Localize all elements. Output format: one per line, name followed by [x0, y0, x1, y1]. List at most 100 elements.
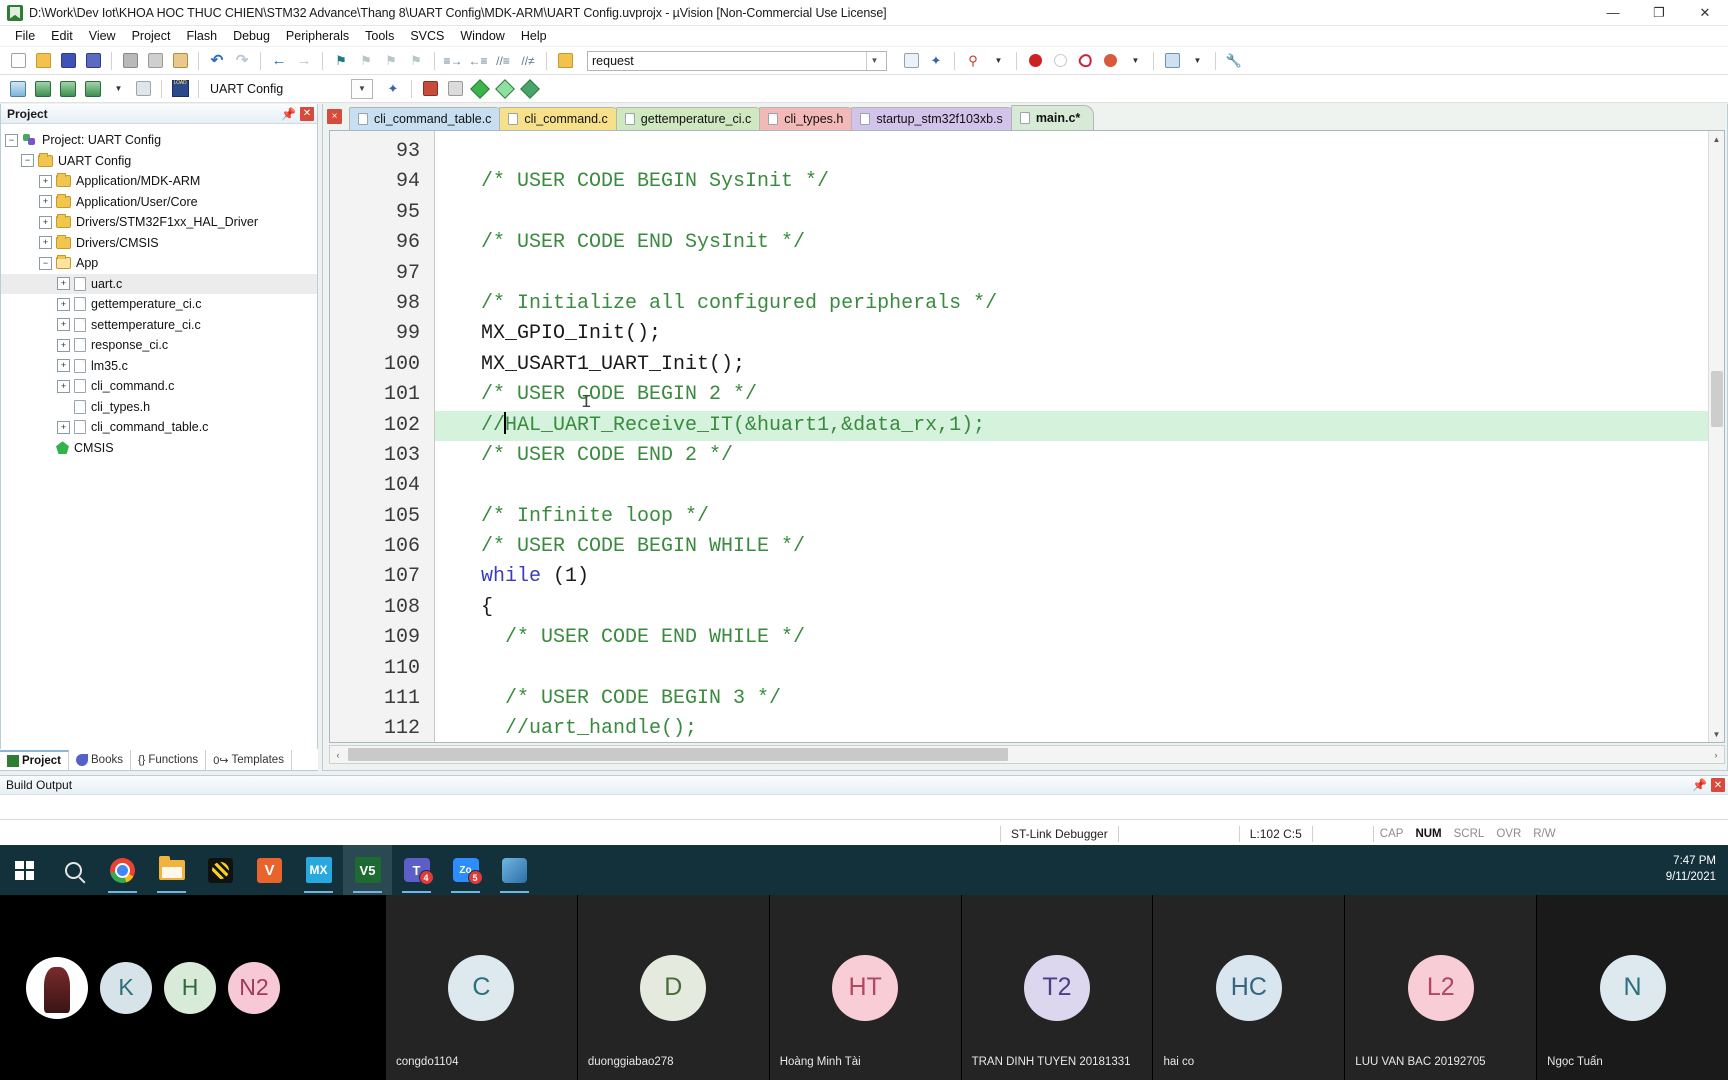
- chevron-down-icon-3[interactable]: ▼: [1185, 49, 1209, 73]
- self-avatar[interactable]: [26, 956, 88, 1019]
- tree-expander-icon[interactable]: +: [39, 236, 52, 250]
- configure-icon[interactable]: ✦: [924, 49, 948, 73]
- outdent-icon[interactable]: ←≡: [466, 49, 490, 73]
- code-line[interactable]: MX_GPIO_Init();: [435, 319, 1724, 349]
- tree-expander-icon[interactable]: +: [39, 195, 52, 209]
- menu-tools[interactable]: Tools: [357, 27, 402, 45]
- tree-expander-icon[interactable]: −: [21, 154, 34, 168]
- tree-expander-icon[interactable]: +: [57, 338, 70, 352]
- back-icon[interactable]: ←: [267, 49, 291, 73]
- tree-expander-icon[interactable]: +: [57, 379, 70, 393]
- save-all-icon[interactable]: [81, 49, 105, 73]
- scroll-left-icon[interactable]: ‹: [330, 750, 346, 760]
- code-line[interactable]: [435, 137, 1724, 167]
- participant-tile[interactable]: Dduonggiabao278: [576, 895, 769, 1080]
- tree-item-uart-c[interactable]: + uart.c: [1, 273, 317, 294]
- copy-icon[interactable]: [143, 49, 167, 73]
- next-bookmark-icon[interactable]: ⚑: [379, 49, 403, 73]
- disable-all-breakpoints-icon[interactable]: [1098, 49, 1122, 73]
- tree-expander-icon[interactable]: +: [39, 215, 52, 229]
- open-folder-icon[interactable]: [553, 49, 577, 73]
- close-document-icon[interactable]: ×: [327, 109, 342, 124]
- taskbar-clock[interactable]: 7:47 PM 9/11/2021: [1666, 854, 1728, 885]
- pin-icon[interactable]: 📌: [1692, 778, 1707, 792]
- prev-bookmark-icon[interactable]: ⚑: [354, 49, 378, 73]
- horizontal-scrollbar-track[interactable]: [346, 747, 1708, 762]
- open-file-icon[interactable]: [31, 49, 55, 73]
- menu-peripherals[interactable]: Peripherals: [278, 27, 357, 45]
- menu-flash[interactable]: Flash: [178, 27, 225, 45]
- code-line[interactable]: //HAL_UART_Receive_IT(&huart1,&data_rx,1…: [435, 410, 1724, 441]
- find-in-files-icon[interactable]: [899, 49, 923, 73]
- cut-icon[interactable]: [118, 49, 142, 73]
- tree-expander-icon[interactable]: −: [5, 133, 18, 147]
- tree-item-cli-command-c[interactable]: + cli_command.c: [1, 376, 317, 397]
- participant-tile[interactable]: HT Hoàng Minh Tài: [768, 895, 961, 1080]
- paste-icon[interactable]: [168, 49, 192, 73]
- horizontal-scrollbar[interactable]: ‹ ›: [329, 745, 1725, 764]
- search-button[interactable]: [49, 845, 98, 895]
- uncomment-icon[interactable]: //≠: [516, 49, 540, 73]
- code-line[interactable]: /* USER CODE BEGIN SysInit */: [435, 167, 1724, 197]
- kill-breakpoints-icon[interactable]: [1048, 49, 1072, 73]
- download-icon[interactable]: LOAD: [168, 77, 192, 101]
- visio-button[interactable]: V: [245, 845, 294, 895]
- batch-build-icon[interactable]: [81, 77, 105, 101]
- code-line[interactable]: /* USER CODE END WHILE */: [435, 623, 1724, 653]
- manage-project-items-icon[interactable]: ✦: [381, 77, 405, 101]
- maximize-button[interactable]: ❐: [1636, 0, 1682, 26]
- code-line[interactable]: /* USER CODE END SysInit */: [435, 228, 1724, 258]
- tree-item-gettemperature-ci-c[interactable]: + gettemperature_ci.c: [1, 294, 317, 315]
- code-line[interactable]: MX_USART1_UART_Init();: [435, 350, 1724, 380]
- participant-tile[interactable]: L2 LUU VAN BAC 20192705: [1344, 895, 1537, 1080]
- scroll-up-icon[interactable]: ▲: [1709, 131, 1724, 147]
- tree-item-uart-config[interactable]: − UART Config: [1, 151, 317, 172]
- build-icon[interactable]: [31, 77, 55, 101]
- editor-tab-cli-command-c[interactable]: cli_command.c: [499, 107, 622, 130]
- undo-icon[interactable]: ↶: [205, 49, 229, 73]
- tree-item-drivers-cmsis[interactable]: + Drivers/CMSIS: [1, 233, 317, 254]
- window-layout-icon[interactable]: [1160, 49, 1184, 73]
- browse-symbol-icon[interactable]: ⚲: [961, 49, 985, 73]
- avatar[interactable]: N2: [228, 961, 280, 1014]
- code-text[interactable]: I /* USER CODE BEGIN SysInit */ /* USER …: [435, 131, 1724, 742]
- close-button[interactable]: ✕: [1682, 0, 1728, 26]
- translate-icon[interactable]: [6, 77, 30, 101]
- find-combo[interactable]: request ▼: [587, 50, 887, 71]
- editor-tab-cli-command-table-c[interactable]: cli_command_table.c: [349, 107, 506, 130]
- menu-window[interactable]: Window: [452, 27, 512, 45]
- code-line[interactable]: /* USER CODE BEGIN WHILE */: [435, 532, 1724, 562]
- avatar[interactable]: K: [100, 961, 152, 1014]
- v5-button[interactable]: V5: [343, 845, 392, 895]
- comment-icon[interactable]: //≡: [491, 49, 515, 73]
- paint-button[interactable]: [490, 845, 539, 895]
- save-icon[interactable]: [56, 49, 80, 73]
- code-line[interactable]: /* Initialize all configured peripherals…: [435, 289, 1724, 319]
- stop-build-icon[interactable]: [131, 77, 155, 101]
- tab-templates[interactable]: 0↪ Templates: [206, 750, 292, 770]
- code-line[interactable]: /* USER CODE END 2 */: [435, 441, 1724, 471]
- editor-tab-main-c[interactable]: main.c*: [1010, 105, 1095, 130]
- editor-tab-startup-stm32f103xb-s[interactable]: startup_stm32f103xb.s: [851, 107, 1017, 130]
- participant-tile[interactable]: HC hai co: [1152, 895, 1345, 1080]
- chevron-down-icon-build[interactable]: ▼: [106, 77, 130, 101]
- tree-expander-icon[interactable]: +: [57, 359, 70, 373]
- find-input-value[interactable]: request: [592, 54, 634, 68]
- tree-item-project-uart-config[interactable]: − Project: UART Config: [1, 130, 317, 151]
- code-line[interactable]: [435, 259, 1724, 289]
- close-icon[interactable]: ✕: [300, 106, 314, 121]
- configure-target-icon[interactable]: 🔧: [1222, 49, 1246, 73]
- chevron-down-icon[interactable]: ▼: [986, 49, 1010, 73]
- chevron-down-icon-2[interactable]: ▼: [1123, 49, 1147, 73]
- tree-item-application-mdk-arm[interactable]: + Application/MDK-ARM: [1, 171, 317, 192]
- code-line[interactable]: [435, 654, 1724, 684]
- teams-button[interactable]: T 4: [392, 845, 441, 895]
- clear-bookmarks-icon[interactable]: ⚑: [404, 49, 428, 73]
- file-explorer-button[interactable]: [147, 845, 196, 895]
- scroll-down-icon[interactable]: ▼: [1709, 726, 1724, 742]
- menu-help[interactable]: Help: [513, 27, 555, 45]
- tab-books[interactable]: Books: [69, 750, 131, 770]
- tree-expander-icon[interactable]: +: [57, 420, 70, 434]
- redo-icon[interactable]: ↷: [230, 49, 254, 73]
- participant-tile[interactable]: T2 TRAN DINH TUYEN 20181331: [960, 895, 1153, 1080]
